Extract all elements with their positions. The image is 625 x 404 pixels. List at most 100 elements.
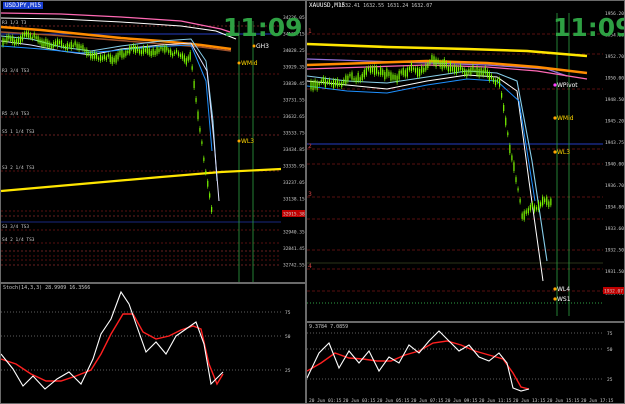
candle-body <box>330 82 333 86</box>
price-tick-label: 33731.55 <box>283 98 305 104</box>
candle-body <box>349 73 351 77</box>
candle-body <box>33 33 35 38</box>
candle-body <box>402 68 404 76</box>
candle-body <box>332 79 335 88</box>
candle-body <box>211 206 213 213</box>
candle-body <box>201 141 203 144</box>
candle-body <box>187 56 189 61</box>
candle-body <box>74 41 76 46</box>
osc-signal-line <box>1 313 224 386</box>
price-tick-label: 33830.45 <box>283 81 305 87</box>
candle-body <box>351 72 353 80</box>
candle-body <box>412 67 415 70</box>
candle-body <box>355 77 357 83</box>
candle-body <box>486 69 488 77</box>
candle-body <box>505 117 507 126</box>
candle-body <box>359 77 361 82</box>
candle-body <box>542 196 544 206</box>
candle-body <box>146 46 148 54</box>
candle-body <box>458 67 460 71</box>
candle-body <box>343 79 345 84</box>
candle-body <box>49 42 51 48</box>
candle-body <box>371 66 374 73</box>
candle-body <box>197 111 199 120</box>
candle-body <box>470 67 472 75</box>
candle-body <box>125 50 127 56</box>
candle-body <box>185 58 187 65</box>
candle-body <box>174 51 176 54</box>
right-chart-pane[interactable]: XAUUSD,M15 1632.41 1632.55 1631.24 1632.… <box>306 0 625 322</box>
level-marker-label: WPivot <box>557 82 578 89</box>
candle-body <box>468 69 470 74</box>
candle-body <box>189 51 191 60</box>
left-osc-plot: 75 50 25 <box>1 290 291 390</box>
candle-body <box>4 39 6 42</box>
candle-body <box>398 70 400 80</box>
candle-body <box>544 198 546 203</box>
candle-body <box>529 204 531 211</box>
candle-body <box>460 65 462 70</box>
time-axis-label: 20 Jun 09:15 <box>445 398 478 404</box>
candle-body <box>519 199 521 203</box>
candle-body <box>39 39 41 44</box>
candle-body <box>96 53 98 59</box>
candle-body <box>119 51 121 56</box>
zone-number-label: 3 <box>308 191 312 198</box>
candle-body <box>326 81 328 84</box>
candle-body <box>316 81 318 90</box>
candle-body <box>382 69 384 76</box>
candle-body <box>347 75 349 82</box>
left-chart-pane[interactable]: USDJPY,M15 34226.05 34127.15 34028.25 33929… <box>0 0 306 283</box>
price-tick-label: 1934.80 <box>605 205 624 211</box>
time-axis-label: 20 Jun 05:15 <box>377 398 410 404</box>
candle-body <box>312 81 314 91</box>
level-line-label: S3 3/4 TS3 <box>2 224 29 230</box>
candle-body <box>480 68 482 75</box>
candle-body <box>320 80 322 83</box>
candle-body <box>423 67 425 72</box>
candle-body <box>537 201 540 211</box>
candle-body <box>10 37 12 42</box>
candle-body <box>142 46 144 54</box>
ma-line-blue <box>307 78 536 202</box>
level-marker-label: WMid <box>241 60 258 67</box>
candle-body <box>443 58 445 68</box>
candle-body <box>51 44 53 49</box>
candle-body <box>156 47 158 54</box>
candle-body <box>41 39 43 47</box>
price-tick-label: 1945.20 <box>605 119 624 125</box>
candle-body <box>337 79 339 87</box>
candle-body <box>492 78 495 82</box>
candle-body <box>365 68 367 75</box>
candle-body <box>378 72 380 75</box>
candle-body <box>70 41 72 49</box>
candle-body <box>324 78 326 87</box>
candle-body <box>314 80 316 89</box>
candle-body <box>373 66 376 75</box>
candle-body <box>140 50 143 55</box>
price-tick-label: 32940.35 <box>283 230 305 236</box>
candle-body <box>472 65 474 72</box>
zone-number-label: 1 <box>308 28 312 35</box>
candle-body <box>466 70 468 77</box>
candle-body <box>35 36 37 39</box>
candle-body <box>86 49 88 56</box>
price-tick-label: 33533.75 <box>283 131 305 137</box>
candle-body <box>527 208 529 214</box>
candle-body <box>339 82 341 86</box>
candle-body <box>353 78 355 81</box>
right-oscillator-pane[interactable]: 9.3784 7.0859 75 50 25 20 Jun 01:15 20 Jun 0… <box>306 322 625 404</box>
candle-body <box>80 45 82 49</box>
price-tick-label: 33434.85 <box>283 147 305 153</box>
candle-body <box>72 44 74 47</box>
left-clock: 11:09 <box>223 13 303 42</box>
left-oscillator-pane[interactable]: Stoch(14,3,3) 28.9909 16.3566 75 50 25 <box>0 283 306 404</box>
candle-body <box>76 43 78 49</box>
candle-body <box>37 36 39 43</box>
candle-body <box>31 36 33 40</box>
candle-body <box>88 52 90 55</box>
price-tick-label: 1936.70 <box>605 183 624 189</box>
price-tick-label: 1931.50 <box>605 269 624 275</box>
candle-body <box>345 75 347 84</box>
candle-body <box>168 49 170 53</box>
